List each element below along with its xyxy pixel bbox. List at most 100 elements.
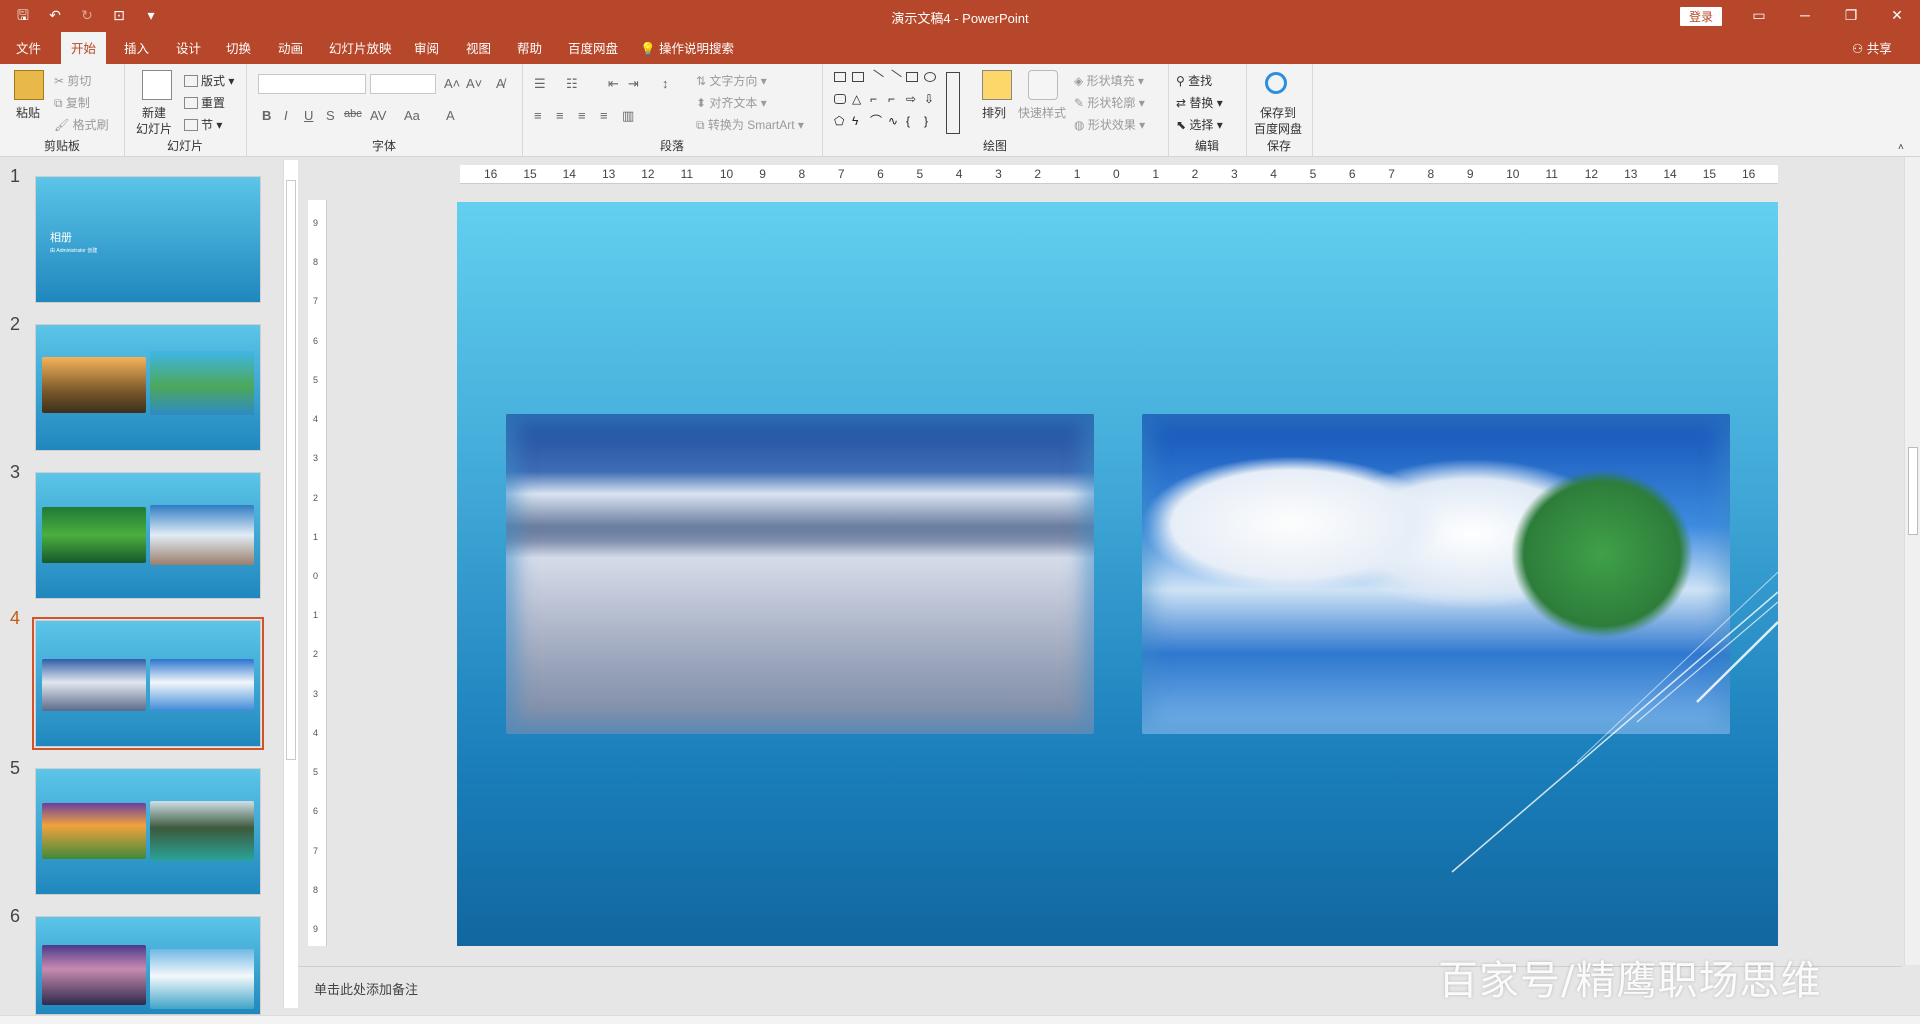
select-button[interactable]: ⬉ 选择 ▾ (1176, 116, 1223, 133)
bold-icon[interactable]: B (262, 108, 271, 123)
close-button[interactable]: ✕ (1874, 0, 1920, 32)
new-slide-label-1[interactable]: 新建 (142, 104, 166, 121)
tab-file[interactable]: 文件 (6, 32, 51, 64)
align-center-icon[interactable]: ≡ (556, 108, 564, 123)
strikethrough-icon[interactable]: abc (344, 108, 362, 120)
arrange-icon[interactable] (982, 70, 1012, 100)
arrow-shape-icon[interactable] (886, 69, 902, 85)
cut-button[interactable]: ✂ 剪切 (54, 72, 91, 89)
format-painter-button[interactable]: 🖌 格式刷 (54, 116, 109, 133)
slide-thumbnail-2[interactable] (35, 324, 261, 451)
save-to-label-1[interactable]: 保存到 (1260, 104, 1296, 121)
right-arrow-shape-icon[interactable]: ⇨ (906, 93, 918, 105)
shape-fill-button[interactable]: ◈ 形状填充 ▾ (1074, 72, 1144, 89)
reset-button[interactable]: 重置 (184, 94, 225, 111)
tab-home[interactable]: 开始 (61, 32, 107, 64)
shapes-more-icon[interactable] (946, 72, 960, 134)
maximize-button[interactable]: ❐ (1828, 0, 1874, 32)
freeform-shape-icon[interactable]: ⬠ (834, 115, 846, 127)
align-text-button[interactable]: ⬍ 对齐文本 ▾ (696, 94, 767, 111)
rectangle-shape-icon[interactable] (906, 72, 918, 82)
new-slide-label-2[interactable]: 幻灯片 (136, 120, 172, 137)
line-spacing-icon[interactable]: ↕ (662, 76, 669, 91)
section-button[interactable]: 节 ▾ (184, 116, 222, 133)
tab-view[interactable]: 视图 (456, 32, 501, 64)
align-left-icon[interactable]: ≡ (534, 108, 542, 123)
columns-icon[interactable]: ▥ (622, 108, 634, 124)
triangle-shape-icon[interactable]: △ (852, 93, 864, 105)
clear-formatting-icon[interactable]: A̸ (496, 76, 505, 91)
lightning-shape-icon[interactable]: ϟ (852, 115, 864, 127)
shadow-icon[interactable]: S (326, 108, 335, 123)
font-name-combo[interactable] (258, 74, 366, 94)
tab-design[interactable]: 设计 (166, 32, 211, 64)
tab-baidu-netdisk[interactable]: 百度网盘 (558, 32, 628, 64)
arc-shape-icon[interactable]: ⌒ (870, 115, 882, 127)
tab-insert[interactable]: 插入 (114, 32, 159, 64)
connector-shape-icon[interactable]: ⌐ (870, 93, 882, 105)
slide-thumbnail-5[interactable] (35, 768, 261, 895)
elbow-shape-icon[interactable]: ⌐ (888, 93, 900, 105)
right-brace-shape-icon[interactable]: } (924, 115, 936, 127)
justify-icon[interactable]: ≡ (600, 108, 608, 123)
replace-button[interactable]: ⇄ 替换 ▾ (1176, 94, 1223, 111)
shapes-gallery[interactable]: △ ⌐ ⌐ ⇨ ⇩ ⬠ ϟ ⌒ ∿ { } (832, 69, 964, 134)
minimize-button[interactable]: ─ (1782, 0, 1828, 32)
font-color-icon[interactable]: A (446, 108, 455, 123)
textbox-shape-icon[interactable] (834, 72, 846, 82)
save-to-label-2[interactable]: 百度网盘 (1254, 120, 1302, 137)
decrease-indent-icon[interactable]: ⇤ (608, 76, 619, 92)
paste-button[interactable]: 粘贴 (16, 104, 40, 121)
copy-button[interactable]: ⧉ 复制 (54, 94, 90, 111)
slide-canvas[interactable] (457, 202, 1778, 946)
slide-thumbnail-3[interactable] (35, 472, 261, 599)
italic-icon[interactable]: I (284, 108, 288, 123)
slide-thumbnail-4[interactable] (35, 620, 261, 747)
tab-review[interactable]: 审阅 (404, 32, 449, 64)
change-case-icon[interactable]: Aa (404, 108, 420, 123)
quick-styles-icon[interactable] (1028, 70, 1058, 100)
shape-outline-button[interactable]: ✎ 形状轮廓 ▾ (1074, 94, 1145, 111)
numbering-icon[interactable]: ☷ (566, 76, 578, 92)
tab-transitions[interactable]: 切换 (216, 32, 261, 64)
find-button[interactable]: ⚲ 查找 (1176, 72, 1212, 89)
character-spacing-icon[interactable]: AV (370, 108, 386, 123)
left-brace-shape-icon[interactable]: { (906, 115, 918, 127)
thumbnail-scrollbar[interactable] (283, 160, 298, 1008)
editor-scrollbar-knob[interactable] (1908, 447, 1918, 535)
curve-shape-icon[interactable]: ∿ (888, 115, 900, 127)
smartart-button[interactable]: ⧉ 转换为 SmartArt ▾ (696, 116, 804, 133)
paste-icon[interactable] (14, 70, 44, 100)
underline-icon[interactable]: U (304, 108, 313, 123)
slide-thumbnail-1[interactable]: 相册 由 Administrator 创建 (35, 176, 261, 303)
grow-font-icon[interactable]: A˄ (444, 76, 460, 91)
share-button[interactable]: ⚇ 共享 (1852, 32, 1892, 64)
tell-me-search[interactable]: 💡 操作说明搜索 (640, 32, 734, 64)
ribbon-display-options-icon[interactable]: ▭ (1736, 0, 1782, 32)
slide-thumbnail-6[interactable] (35, 916, 261, 1015)
collapse-ribbon-icon[interactable]: ˄ (1898, 142, 1904, 153)
login-button[interactable]: 登录 (1680, 7, 1723, 26)
down-arrow-shape-icon[interactable]: ⇩ (924, 93, 936, 105)
rounded-rect-shape-icon[interactable] (834, 94, 846, 104)
thumbnail-scrollbar-knob[interactable] (286, 180, 296, 760)
layout-button[interactable]: 版式 ▾ (184, 72, 234, 89)
vertical-textbox-shape-icon[interactable] (852, 72, 864, 82)
line-shape-icon[interactable] (868, 69, 884, 85)
text-direction-button[interactable]: ⇅ 文字方向 ▾ (696, 72, 767, 89)
new-slide-icon[interactable] (142, 70, 172, 100)
tab-help[interactable]: 帮助 (507, 32, 552, 64)
increase-indent-icon[interactable]: ⇥ (628, 76, 639, 92)
arrange-button[interactable]: 排列 (982, 104, 1006, 121)
align-right-icon[interactable]: ≡ (578, 108, 586, 123)
quick-styles-button[interactable]: 快速样式 (1018, 104, 1066, 121)
bullets-icon[interactable]: ☰ (534, 76, 546, 92)
editor-scrollbar[interactable] (1904, 157, 1920, 965)
font-size-combo[interactable] (370, 74, 436, 94)
shrink-font-icon[interactable]: A˅ (466, 76, 482, 91)
tab-slideshow[interactable]: 幻灯片放映 (319, 32, 402, 64)
baidu-netdisk-icon[interactable] (1265, 72, 1287, 94)
tab-animations[interactable]: 动画 (268, 32, 313, 64)
shape-effects-button[interactable]: ◍ 形状效果 ▾ (1074, 116, 1145, 133)
oval-shape-icon[interactable] (924, 72, 936, 82)
